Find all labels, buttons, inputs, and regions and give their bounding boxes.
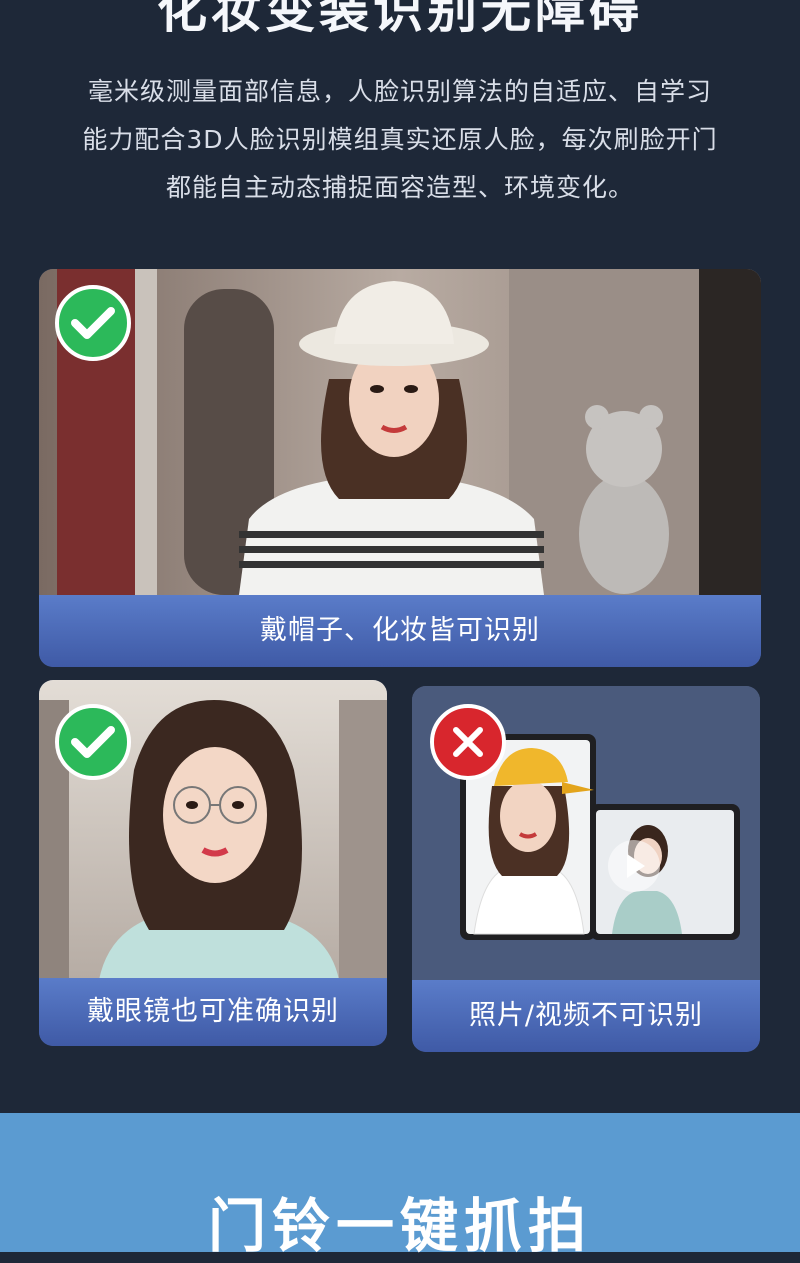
recognized-check-icon: [55, 704, 131, 780]
section-title: 门铃一键抓拍: [207, 1192, 592, 1260]
doorbell-section-band: 门铃一键抓拍: [0, 1113, 800, 1260]
recognized-check-icon: [55, 285, 131, 361]
hat-woman-photo: [39, 269, 761, 595]
description-line: 毫米级测量面部信息，人脸识别算法的自适应、自学习: [87, 77, 712, 106]
not-recognized-cross-icon: [430, 704, 506, 780]
photo-video-card: 照片/视频不可识别: [412, 686, 760, 1052]
feature-description: 毫米级测量面部信息，人脸识别算法的自适应、自学习 能力配合3D人脸识别模组真实还…: [50, 68, 750, 212]
glasses-caption: 戴眼镜也可准确识别: [39, 978, 387, 1046]
glasses-card: 戴眼镜也可准确识别: [39, 680, 387, 1046]
description-line: 都能自主动态捕捉面容造型、环境变化。: [165, 173, 634, 202]
photo-video-caption: 照片/视频不可识别: [412, 980, 760, 1052]
description-line: 能力配合3D人脸识别模组真实还原人脸，每次刷脸开门: [82, 125, 718, 154]
hat-makeup-caption: 戴帽子、化妆皆可识别: [39, 595, 761, 667]
page-title: 化妆变装识别无障碍: [157, 0, 643, 39]
hat-makeup-card: 戴帽子、化妆皆可识别: [39, 269, 761, 667]
